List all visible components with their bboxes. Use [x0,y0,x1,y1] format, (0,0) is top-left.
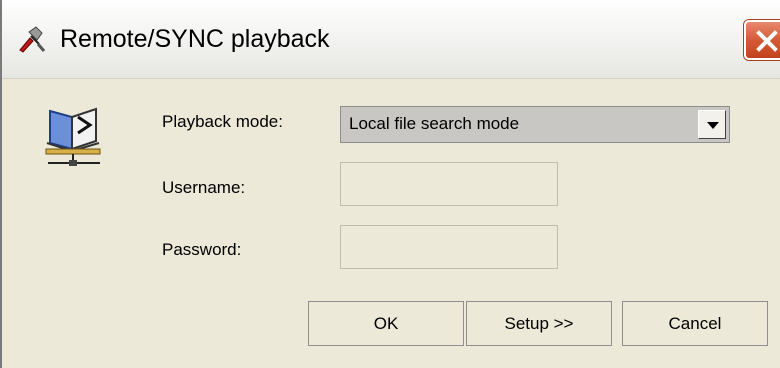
playback-mode-value: Local file search mode [349,114,520,133]
close-icon [756,30,778,52]
remote-sync-playback-dialog: Remote/SYNC playback Playback mode: Loca… [0,0,780,368]
close-button[interactable] [744,20,780,60]
setup-button[interactable]: Setup >> [466,301,612,346]
network-book-icon [42,103,116,171]
title-bar[interactable]: Remote/SYNC playback [2,0,780,79]
playback-tools-icon [16,24,46,54]
password-field[interactable] [340,225,558,269]
playback-mode-dropdown-button[interactable] [698,110,726,139]
playback-mode-select[interactable]: Local file search mode [340,106,730,143]
dialog-body: Playback mode: Local file search mode Us… [2,79,780,368]
window-title: Remote/SYNC playback [60,25,330,53]
username-label: Username: [162,178,246,197]
cancel-button[interactable]: Cancel [622,301,768,346]
username-field[interactable] [340,162,558,206]
password-label: Password: [162,240,242,259]
chevron-down-icon [707,122,719,129]
ok-button[interactable]: OK [308,301,464,346]
playback-mode-label: Playback mode: [162,112,283,131]
